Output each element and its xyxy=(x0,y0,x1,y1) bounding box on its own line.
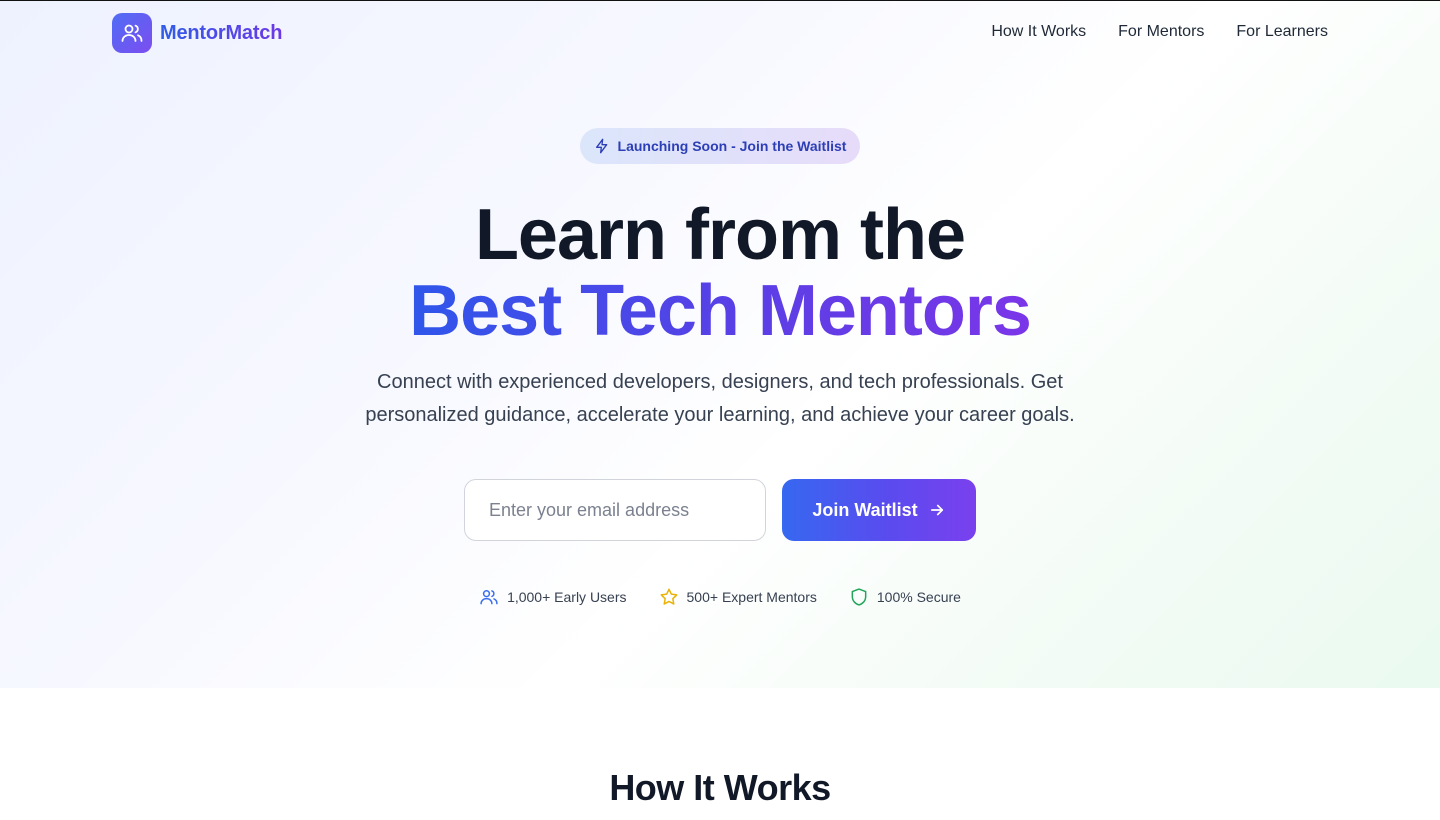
how-it-works-title: How It Works xyxy=(609,767,831,808)
join-waitlist-label: Join Waitlist xyxy=(812,499,918,520)
users-icon xyxy=(479,587,499,607)
brand-name[interactable]: MentorMatch xyxy=(160,22,282,45)
stat-secure: 100% Secure xyxy=(849,587,961,607)
arrow-right-icon xyxy=(928,501,946,519)
stat-label: 1,000+ Early Users xyxy=(507,589,627,605)
join-waitlist-button[interactable]: Join Waitlist xyxy=(782,479,976,541)
landing-page: MentorMatch How It Works For Mentors For… xyxy=(0,0,1440,820)
main-nav: How It Works For Mentors For Learners xyxy=(991,23,1328,41)
hero-subtext: Connect with experienced developers, des… xyxy=(365,371,1075,426)
hero-section: MentorMatch How It Works For Mentors For… xyxy=(0,1,1440,688)
stat-expert-mentors: 500+ Expert Mentors xyxy=(659,587,817,607)
star-icon xyxy=(659,587,679,607)
trust-stats: 1,000+ Early Users 500+ Expert Mentors 1… xyxy=(0,587,1440,607)
site-header: MentorMatch How It Works For Mentors For… xyxy=(0,1,1440,67)
nav-link-for-mentors[interactable]: For Mentors xyxy=(1118,23,1204,41)
headline-line-2: Best Tech Mentors xyxy=(409,271,1032,351)
email-input[interactable] xyxy=(464,479,766,541)
users-icon xyxy=(120,21,144,45)
brand-logo[interactable] xyxy=(112,13,152,53)
nav-link-how-it-works[interactable]: How It Works xyxy=(991,23,1086,41)
launch-badge: Launching Soon - Join the Waitlist xyxy=(580,128,860,164)
brand[interactable]: MentorMatch xyxy=(112,13,282,53)
stat-label: 500+ Expert Mentors xyxy=(686,589,817,605)
hero-headline: Learn from the Best Tech Mentors xyxy=(0,197,1440,349)
nav-link-for-learners[interactable]: For Learners xyxy=(1236,23,1328,41)
stat-label: 100% Secure xyxy=(876,589,961,605)
stat-early-users: 1,000+ Early Users xyxy=(479,587,627,607)
zap-icon xyxy=(594,138,610,154)
shield-icon xyxy=(849,587,869,607)
headline-line-1: Learn from the xyxy=(474,195,966,275)
badge-label: Launching Soon - Join the Waitlist xyxy=(617,138,847,154)
